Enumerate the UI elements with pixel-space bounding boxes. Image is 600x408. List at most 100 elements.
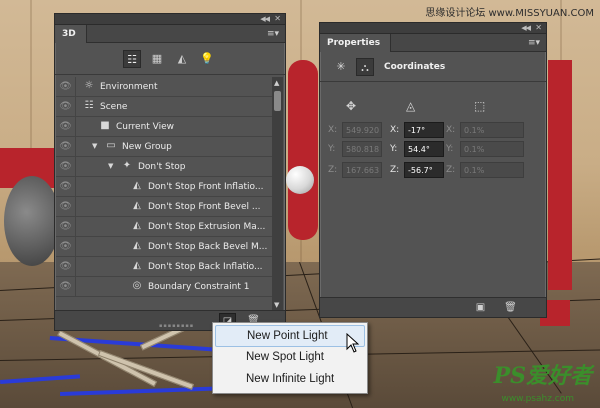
camera-icon: ■ bbox=[100, 120, 110, 131]
tree-row-label: Don't Stop Front Inflatio... bbox=[148, 182, 264, 192]
panel-tabrow: 3D ≡▾ bbox=[55, 25, 285, 43]
collapse-icon[interactable]: ◀◀ bbox=[521, 24, 531, 32]
rotation-field[interactable]: 54.4° bbox=[404, 141, 444, 157]
tab-properties[interactable]: Properties bbox=[320, 34, 392, 52]
visibility-eye-icon[interactable]: 👁 bbox=[56, 97, 76, 116]
scale-axis-label: X: bbox=[446, 125, 456, 135]
scale-icon: ⬚ bbox=[474, 99, 486, 113]
panel-topbar: ◀◀ ✕ bbox=[55, 14, 285, 25]
material-icon: ◭ bbox=[133, 240, 141, 251]
menu-item-new-infinite-light[interactable]: New Infinite Light bbox=[215, 369, 365, 391]
tree-row[interactable]: 👁 ☷ Scene bbox=[56, 97, 272, 117]
material-icon: ◭ bbox=[133, 220, 141, 231]
scale-field[interactable]: 0.1% bbox=[460, 162, 524, 178]
tree-row[interactable]: 👁 ▼ ✦ Don't Stop bbox=[56, 157, 272, 177]
position-axis-label: Z: bbox=[328, 165, 338, 175]
scroll-thumb[interactable] bbox=[274, 91, 281, 111]
render-icon[interactable]: ▣ bbox=[472, 300, 489, 315]
rotation-field[interactable]: -56.7° bbox=[404, 162, 444, 178]
folder-icon: ▭ bbox=[106, 140, 116, 151]
white-sphere bbox=[286, 166, 314, 194]
visibility-eye-icon[interactable]: 👁 bbox=[56, 157, 76, 176]
visibility-eye-icon[interactable]: 👁 bbox=[56, 217, 76, 236]
visibility-eye-icon[interactable]: 👁 bbox=[56, 277, 76, 296]
position-icon: ✥ bbox=[346, 99, 357, 113]
tree-row[interactable]: 👁 ◭ Don't Stop Front Bevel ... bbox=[56, 197, 272, 217]
material-filter-icon[interactable]: ◭ bbox=[173, 50, 191, 68]
tree-row[interactable]: 👁 ◭ Don't Stop Back Inflatio... bbox=[56, 257, 272, 277]
mouse-cursor-icon bbox=[346, 333, 360, 353]
tree-row-label: Scene bbox=[100, 102, 128, 112]
expand-arrow-icon[interactable]: ▼ bbox=[92, 142, 97, 150]
panel-menu-icon[interactable]: ≡▾ bbox=[267, 29, 279, 39]
tree-row-label: Don't Stop Front Bevel ... bbox=[148, 202, 261, 212]
tree-row-label: Don't Stop bbox=[138, 162, 186, 172]
scene-tree: 👁 ☼ Environment 👁 ☷ Scene 👁 ■ Current View 👁 ▼ ▭ New… bbox=[56, 77, 272, 311]
watermark-top: 思缘设计论坛 www.MISSYUAN.COM bbox=[425, 8, 594, 19]
filter-toolbar: ☷ ▦ ◭ 💡 bbox=[55, 43, 285, 75]
resize-grip[interactable]: ▪▪▪▪▪▪▪▪ bbox=[159, 323, 194, 329]
menu-item-new-spot-light[interactable]: New Spot Light bbox=[215, 347, 365, 369]
tree-row[interactable]: 👁 ◭ Don't Stop Extrusion Ma... bbox=[56, 217, 272, 237]
3d-panel: ◀◀ ✕ 3D ≡▾ ☷ ▦ ◭ 💡 👁 ☼ Environment 👁 ☷ Scene 👁… bbox=[54, 13, 286, 331]
visibility-eye-icon[interactable]: 👁 bbox=[56, 117, 76, 136]
position-field[interactable]: 580.818 bbox=[342, 141, 382, 157]
mesh-filter-icon[interactable]: ▦ bbox=[148, 50, 166, 68]
section-title: Coordinates bbox=[384, 62, 446, 72]
tree-row[interactable]: 👁 ■ Current View bbox=[56, 117, 272, 137]
visibility-eye-icon[interactable]: 👁 bbox=[56, 77, 76, 96]
environment-icon: ☼ bbox=[84, 80, 94, 91]
rotation-field[interactable]: -17° bbox=[404, 122, 444, 138]
tree-row[interactable]: 👁 ◭ Don't Stop Front Inflatio... bbox=[56, 177, 272, 197]
visibility-eye-icon[interactable]: 👁 bbox=[56, 177, 76, 196]
mesh-icon: ✦ bbox=[122, 160, 132, 171]
panel-menu-icon[interactable]: ≡▾ bbox=[528, 38, 540, 48]
red-letter-shape bbox=[548, 60, 572, 290]
scene-filter-icon[interactable]: ☷ bbox=[123, 50, 141, 68]
scale-axis-label: Z: bbox=[446, 165, 456, 175]
visibility-eye-icon[interactable]: 👁 bbox=[56, 197, 76, 216]
scroll-down-icon[interactable]: ▼ bbox=[274, 301, 279, 309]
position-field[interactable]: 549.920 bbox=[342, 122, 382, 138]
scrollbar[interactable]: ▲ ▼ bbox=[272, 77, 283, 311]
material-icon: ◭ bbox=[133, 180, 141, 191]
tree-row-label: Don't Stop Back Inflatio... bbox=[148, 262, 263, 272]
scale-field[interactable]: 0.1% bbox=[460, 141, 524, 157]
tree-row-label: Don't Stop Back Bevel M... bbox=[148, 242, 268, 252]
position-field[interactable]: 167.663 bbox=[342, 162, 382, 178]
expand-arrow-icon[interactable]: ▼ bbox=[108, 162, 113, 170]
tree-row-label: Environment bbox=[100, 82, 158, 92]
coordinates-icon[interactable]: ⛬ bbox=[356, 58, 374, 76]
light-filter-icon[interactable]: 💡 bbox=[198, 50, 216, 68]
constraint-icon: ◎ bbox=[132, 280, 142, 291]
rotation-icon: ◬ bbox=[406, 99, 416, 113]
rotation-axis-label: Y: bbox=[390, 144, 398, 154]
panel-bottom-bar: ▣ 🗑 bbox=[320, 297, 546, 317]
panel-topbar: ◀◀ ✕ bbox=[320, 23, 546, 34]
scale-field[interactable]: 0.1% bbox=[460, 122, 524, 138]
close-icon[interactable]: ✕ bbox=[535, 23, 542, 32]
tree-row[interactable]: 👁 ◎ Boundary Constraint 1 bbox=[56, 277, 272, 297]
material-icon: ◭ bbox=[133, 260, 141, 271]
properties-panel: ◀◀ ✕ Properties ≡▾ ✳ ⛬ Coordinates ✥ ◬ ⬚… bbox=[319, 22, 547, 318]
tree-row[interactable]: 👁 ◭ Don't Stop Back Bevel M... bbox=[56, 237, 272, 257]
gray-object bbox=[4, 176, 60, 266]
tab-3d[interactable]: 3D bbox=[55, 25, 87, 43]
tree-row[interactable]: 👁 ☼ Environment bbox=[56, 77, 272, 97]
red-letter-shape bbox=[288, 60, 318, 240]
visibility-eye-icon[interactable]: 👁 bbox=[56, 237, 76, 256]
close-icon[interactable]: ✕ bbox=[274, 14, 281, 23]
visibility-eye-icon[interactable]: 👁 bbox=[56, 257, 76, 276]
visibility-eye-icon[interactable]: 👁 bbox=[56, 137, 76, 156]
new-light-menu: New Point Light New Spot Light New Infinit… bbox=[212, 322, 368, 394]
tree-row-label: Boundary Constraint 1 bbox=[148, 282, 250, 292]
menu-item-new-point-light[interactable]: New Point Light bbox=[215, 325, 365, 347]
light-properties-icon[interactable]: ✳ bbox=[332, 58, 350, 76]
position-axis-label: Y: bbox=[328, 144, 336, 154]
tree-row-label: Current View bbox=[116, 122, 175, 132]
trash-icon[interactable]: 🗑 bbox=[502, 300, 519, 315]
scale-axis-label: Y: bbox=[446, 144, 454, 154]
tree-row[interactable]: 👁 ▼ ▭ New Group bbox=[56, 137, 272, 157]
collapse-icon[interactable]: ◀◀ bbox=[260, 15, 270, 23]
scroll-up-icon[interactable]: ▲ bbox=[274, 79, 279, 87]
